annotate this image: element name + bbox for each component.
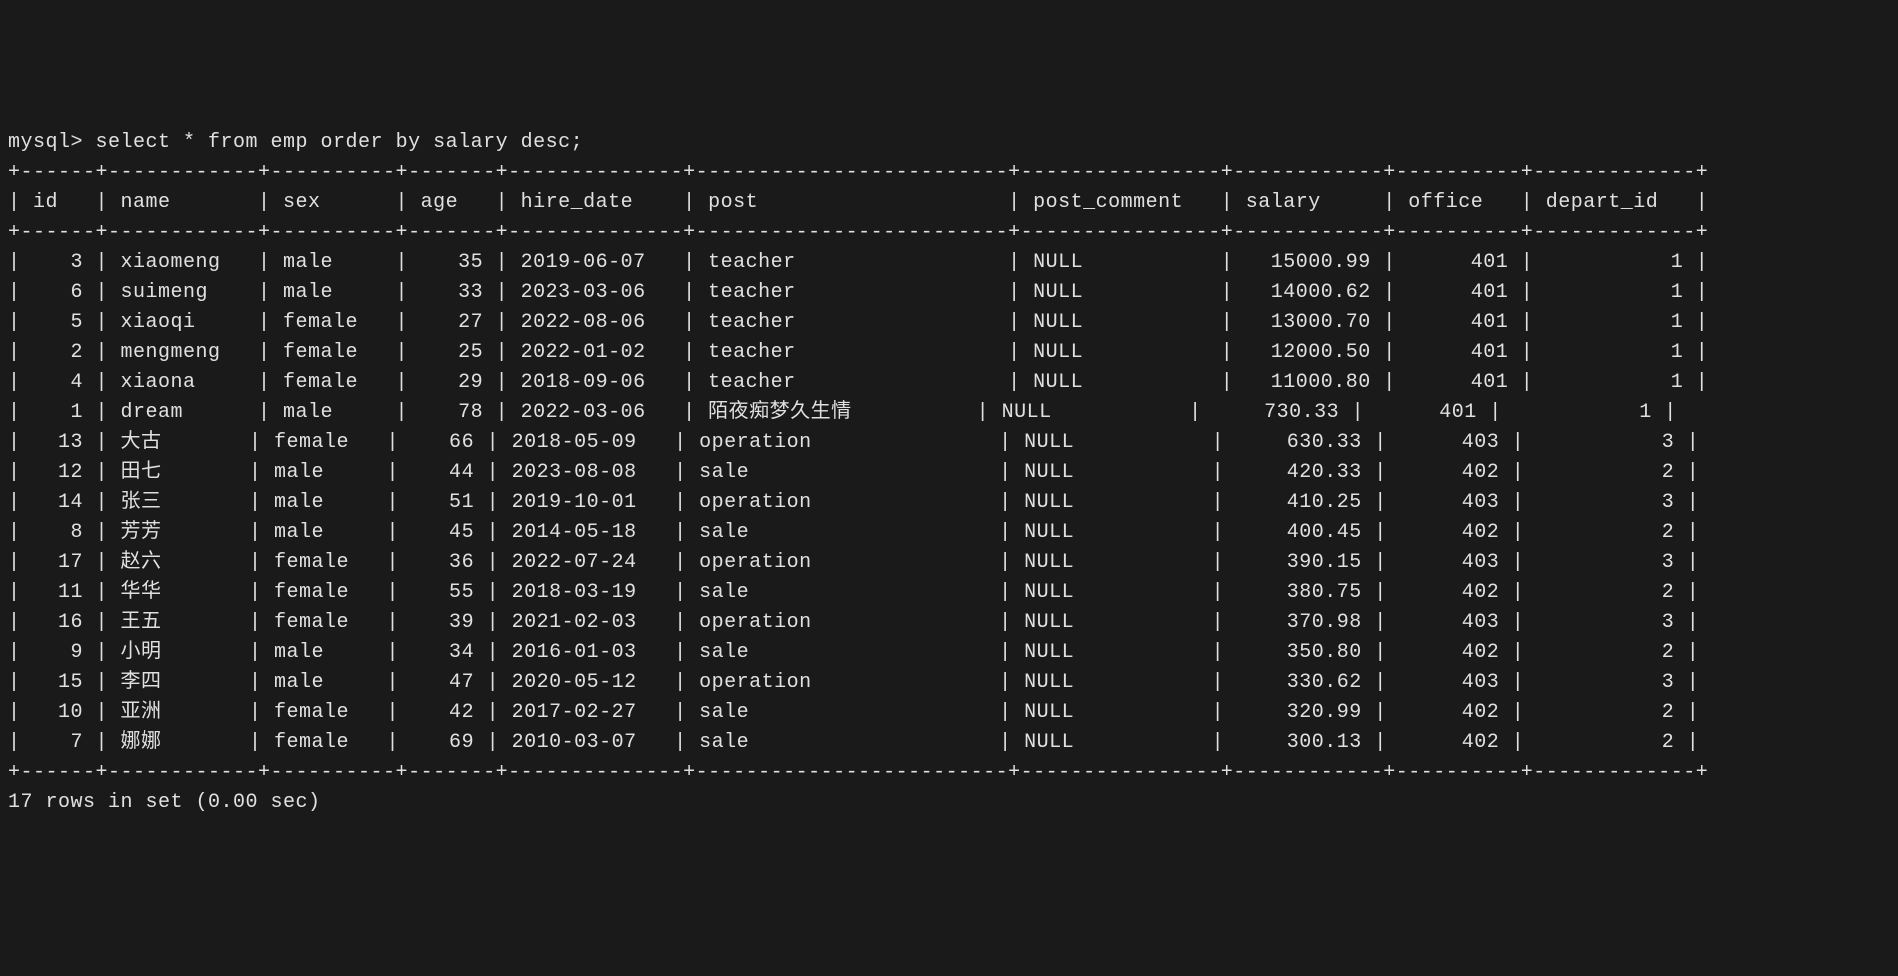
result-footer: 17 rows in set (0.00 sec) [8,791,321,814]
sql-query: select * from emp order by salary desc; [96,131,584,154]
mysql-prompt: mysql> [8,131,96,154]
result-table: +------+------------+----------+-------+… [8,161,1708,784]
terminal-output: mysql> select * from emp order by salary… [8,128,1890,818]
